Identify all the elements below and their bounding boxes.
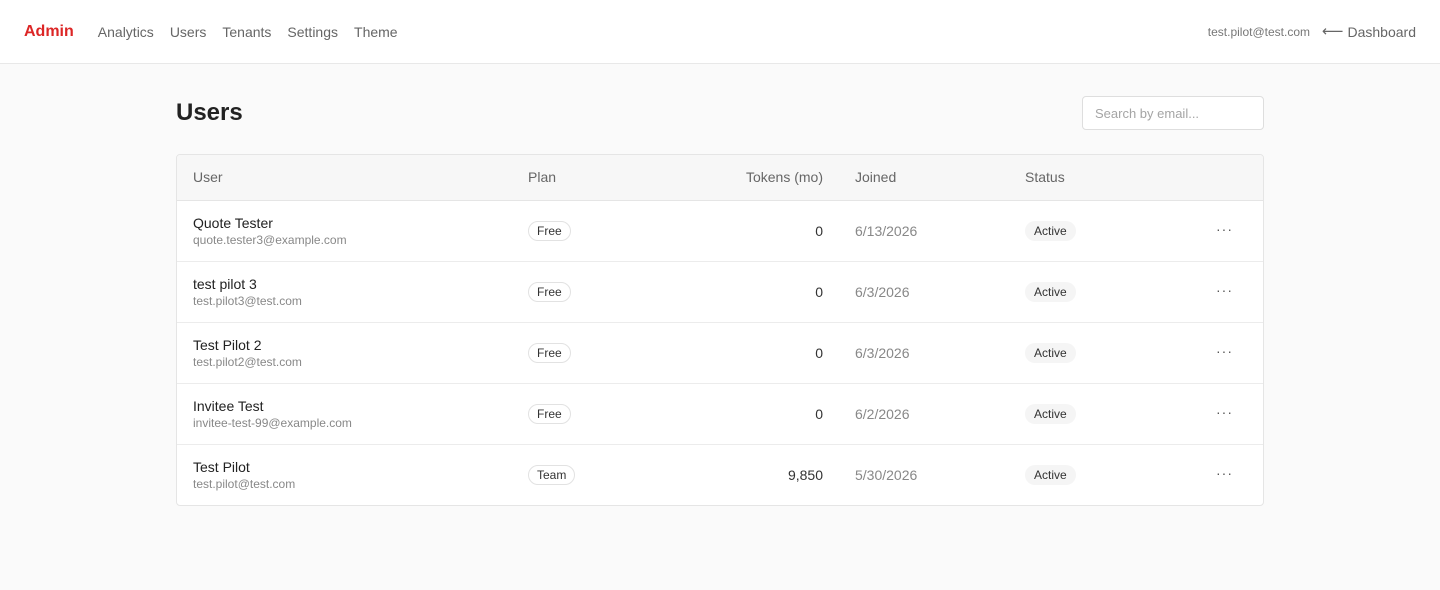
nav-link-tenants[interactable]: Tenants xyxy=(222,24,271,40)
actions-cell: ··· xyxy=(1159,200,1263,261)
actions-cell: ··· xyxy=(1159,443,1263,505)
actions-cell: ··· xyxy=(1159,321,1263,383)
tokens-cell: 0 xyxy=(662,321,839,383)
nav-link-settings[interactable]: Settings xyxy=(287,24,338,40)
back-link-label: Dashboard xyxy=(1347,23,1417,40)
arrow-left-icon: ⟵ xyxy=(1321,23,1344,40)
plan-cell: Free xyxy=(512,200,662,261)
plan-badge: Team xyxy=(528,464,576,485)
table-row: Invitee Test invitee-test-99@example.com… xyxy=(177,382,1263,444)
tokens-cell: 0 xyxy=(662,260,839,322)
top-nav-bar: Admin Analytics Users Tenants Settings T… xyxy=(0,0,1440,64)
column-header-plan: Plan xyxy=(512,155,662,201)
search-email-input[interactable] xyxy=(1082,96,1264,130)
status-badge: Active xyxy=(1025,403,1076,424)
user-name: Invitee Test xyxy=(193,397,264,414)
column-header-user: User xyxy=(177,155,512,201)
main-content: Users User Plan Tokens (mo) Joined Statu… xyxy=(176,64,1264,506)
user-cell: Test Pilot test.pilot@test.com xyxy=(177,443,512,505)
joined-cell: 5/30/2026 xyxy=(839,443,1009,505)
tokens-cell: 9,850 xyxy=(662,443,839,505)
user-cell: Quote Tester quote.tester3@example.com xyxy=(177,200,512,261)
status-badge: Active xyxy=(1025,281,1076,302)
user-email: test.pilot2@test.com xyxy=(193,354,302,369)
user-email: test.pilot@test.com xyxy=(193,476,296,491)
column-header-joined: Joined xyxy=(839,155,1009,201)
users-table-card: User Plan Tokens (mo) Joined Status Quot… xyxy=(176,154,1264,506)
plan-badge: Free xyxy=(528,342,571,363)
table-header: User Plan Tokens (mo) Joined Status xyxy=(177,155,1263,201)
plan-cell: Team xyxy=(512,443,662,505)
user-name: test pilot 3 xyxy=(193,275,257,292)
page-title: Users xyxy=(176,99,243,126)
actions-cell: ··· xyxy=(1159,260,1263,322)
plan-badge: Free xyxy=(528,220,571,241)
plan-badge: Free xyxy=(528,403,571,424)
plan-badge: Free xyxy=(528,281,571,302)
user-cell: Test Pilot 2 test.pilot2@test.com xyxy=(177,321,512,383)
page-header: Users xyxy=(176,96,1264,130)
plan-cell: Free xyxy=(512,260,662,322)
plan-cell: Free xyxy=(512,321,662,383)
status-badge: Active xyxy=(1025,342,1076,363)
nav-link-theme[interactable]: Theme xyxy=(354,24,398,40)
table-row: Quote Tester quote.tester3@example.com F… xyxy=(177,200,1263,261)
joined-cell: 6/2/2026 xyxy=(839,382,1009,444)
tokens-cell: 0 xyxy=(662,382,839,444)
table-header-row: User Plan Tokens (mo) Joined Status xyxy=(177,155,1263,201)
status-badge: Active xyxy=(1025,464,1076,485)
user-name: Test Pilot 2 xyxy=(193,336,262,353)
status-cell: Active xyxy=(1009,382,1159,444)
joined-cell: 6/13/2026 xyxy=(855,222,918,239)
status-cell: Active xyxy=(1009,321,1159,383)
more-actions-button[interactable]: ··· xyxy=(1214,464,1235,486)
user-cell: test pilot 3 test.pilot3@test.com xyxy=(177,260,512,322)
table-row: Test Pilot 2 test.pilot2@test.com Free 0… xyxy=(177,321,1263,383)
column-header-actions xyxy=(1159,155,1263,201)
plan-cell: Free xyxy=(512,382,662,444)
nav-link-analytics[interactable]: Analytics xyxy=(98,24,154,40)
more-actions-button[interactable]: ··· xyxy=(1214,281,1235,303)
user-cell: Invitee Test invitee-test-99@example.com xyxy=(177,382,512,444)
table-body: Quote Tester quote.tester3@example.com F… xyxy=(177,200,1263,505)
users-table: User Plan Tokens (mo) Joined Status Quot… xyxy=(177,155,1263,505)
more-actions-button[interactable]: ··· xyxy=(1214,403,1235,425)
status-badge: Active xyxy=(1025,220,1076,241)
brand-link[interactable]: Admin xyxy=(24,23,74,41)
joined-cell: 6/3/2026 xyxy=(839,260,1009,322)
user-email: quote.tester3@example.com xyxy=(193,232,347,247)
status-cell: Active xyxy=(1009,443,1159,505)
column-header-tokens: Tokens (mo) xyxy=(662,155,839,201)
actions-cell: ··· xyxy=(1159,382,1263,444)
nav-right: test.pilot@test.com ⟵ Dashboard xyxy=(1208,24,1416,40)
user-name: Test Pilot xyxy=(193,458,250,475)
nav-left: Admin Analytics Users Tenants Settings T… xyxy=(24,23,414,41)
column-header-status: Status xyxy=(1009,155,1159,201)
nav-link-users[interactable]: Users xyxy=(170,24,207,40)
tokens-cell: 0 xyxy=(815,222,823,239)
table-row: test pilot 3 test.pilot3@test.com Free 0… xyxy=(177,260,1263,322)
joined-cell: 6/3/2026 xyxy=(839,321,1009,383)
user-email: invitee-test-99@example.com xyxy=(193,415,352,430)
current-user-email: test.pilot@test.com xyxy=(1207,24,1310,39)
back-to-dashboard-link[interactable]: ⟵ Dashboard xyxy=(1322,24,1416,40)
status-cell: Active xyxy=(1009,260,1159,322)
status-cell: Active xyxy=(1009,200,1159,261)
more-actions-button[interactable]: ··· xyxy=(1214,342,1235,364)
user-email: test.pilot3@test.com xyxy=(193,293,302,308)
more-actions-button[interactable]: ··· xyxy=(1214,220,1235,242)
user-name: Quote Tester xyxy=(193,214,273,231)
table-row: Test Pilot test.pilot@test.com Team 9,85… xyxy=(177,443,1263,505)
